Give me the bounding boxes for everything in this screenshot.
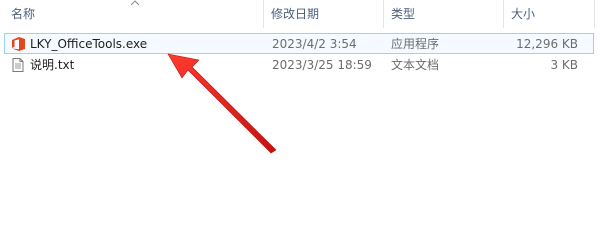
file-date: 2023/4/2 3:54	[272, 37, 357, 51]
file-type: 文本文档	[391, 58, 440, 72]
file-type: 应用程序	[391, 37, 440, 51]
file-row-lky-officetools[interactable]: LKY_OfficeTools.exe 2023/4/2 3:54 应用程序 1…	[0, 33, 602, 55]
column-header-type-label: 类型	[391, 7, 416, 21]
column-header-size-label: 大小	[511, 7, 536, 21]
file-name: LKY_OfficeTools.exe	[30, 37, 148, 51]
column-header-date[interactable]: 修改日期	[264, 0, 382, 28]
column-header-date-label: 修改日期	[271, 7, 320, 21]
file-row-readme-txt[interactable]: 说明.txt 2023/3/25 18:59 文本文档 3 KB	[0, 54, 602, 76]
column-header-bar: 名称 修改日期 类型 大小	[0, 0, 602, 28]
file-name: 说明.txt	[30, 58, 75, 72]
text-document-icon	[12, 58, 24, 72]
file-date: 2023/3/25 18:59	[272, 58, 372, 72]
column-header-size[interactable]: 大小	[504, 0, 594, 28]
office-app-icon	[12, 37, 25, 51]
column-divider[interactable]	[594, 0, 595, 28]
file-size: 3 KB	[550, 58, 578, 72]
file-size: 12,296 KB	[516, 37, 578, 51]
column-header-type[interactable]: 类型	[384, 0, 502, 28]
column-header-name-label: 名称	[11, 7, 36, 21]
sort-ascending-icon	[130, 0, 140, 6]
